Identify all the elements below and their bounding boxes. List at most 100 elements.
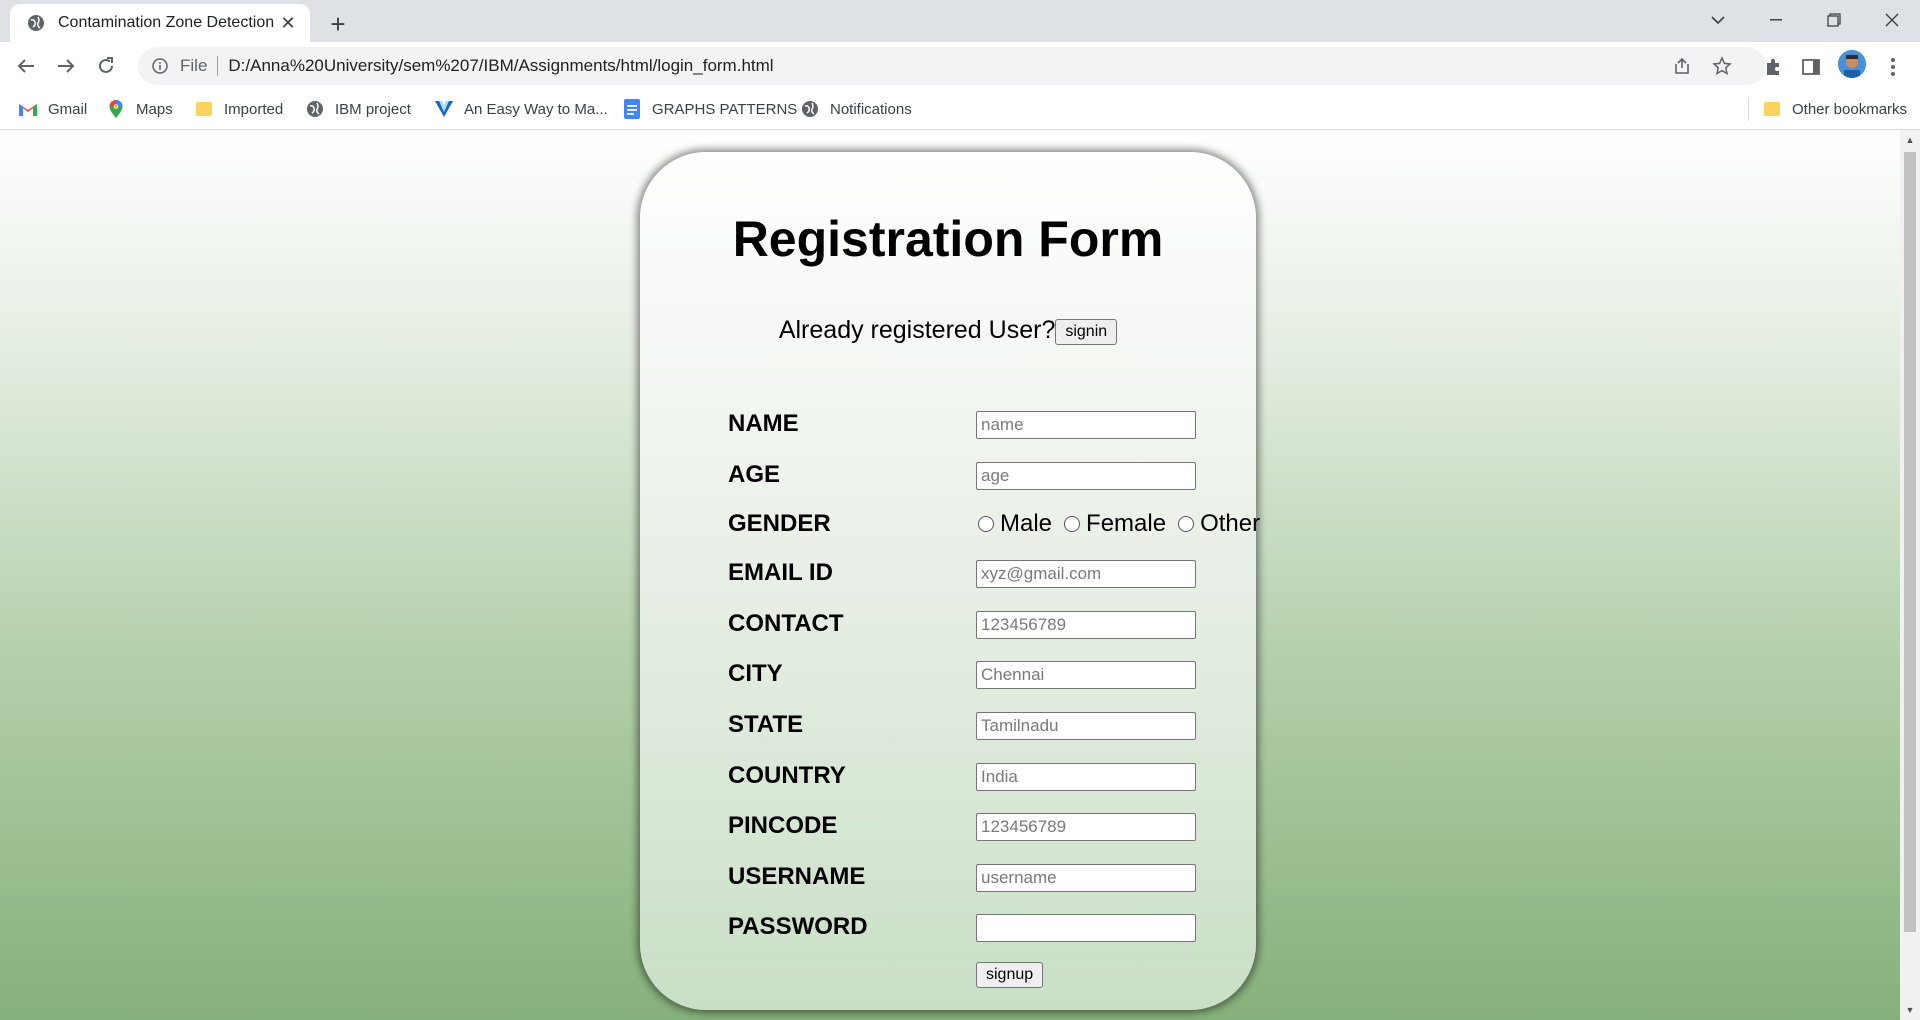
page-viewport: Registration Form Already registered Use… — [0, 130, 1900, 1020]
bookmark-easy-way[interactable]: An Easy Way to Ma... — [434, 97, 608, 121]
close-window-icon[interactable] — [1864, 0, 1920, 40]
gender-female-radio[interactable] — [1064, 516, 1081, 532]
bookmark-label: IBM project — [335, 100, 411, 118]
bookmark-maps[interactable]: Maps — [106, 97, 173, 121]
back-icon[interactable] — [8, 48, 44, 84]
bookmark-label: Other bookmarks — [1792, 100, 1908, 118]
country-label: COUNTRY — [728, 762, 846, 789]
bookmark-label: Notifications — [830, 100, 912, 118]
city-label: CITY — [728, 660, 783, 687]
folder-icon — [1762, 99, 1782, 119]
menu-icon[interactable] — [1878, 52, 1908, 82]
url-text[interactable]: D:/Anna%20University/sem%207/IBM/Assignm… — [228, 56, 773, 76]
age-label: AGE — [728, 461, 781, 488]
bookmark-star-icon[interactable] — [1708, 52, 1736, 80]
contact-input[interactable] — [976, 611, 1196, 639]
globe-icon — [305, 99, 325, 119]
bookmark-other[interactable]: Other bookmarks — [1762, 97, 1907, 121]
name-input[interactable] — [976, 411, 1196, 439]
country-input[interactable] — [976, 763, 1196, 791]
city-input[interactable] — [976, 661, 1196, 689]
scroll-down-icon[interactable]: ▼ — [1900, 1002, 1920, 1018]
username-label: USERNAME — [728, 863, 866, 890]
gender-options: Male Female Other — [978, 508, 1272, 540]
profile-avatar[interactable] — [1838, 50, 1866, 78]
globe-icon — [800, 99, 820, 119]
bookmarks-bar: Gmail Maps Imported IBM project An Easy … — [0, 89, 1920, 130]
browser-tab[interactable]: Contamination Zone Detection ✕ — [10, 4, 310, 42]
pincode-label: PINCODE — [728, 812, 838, 839]
gender-label: GENDER — [728, 510, 831, 537]
signup-button[interactable]: signup — [976, 962, 1044, 988]
registration-card: Registration Form Already registered Use… — [640, 152, 1260, 1010]
vuetify-icon — [434, 99, 454, 119]
url-scheme: File — [180, 56, 208, 75]
globe-icon — [26, 13, 46, 33]
password-input[interactable] — [976, 914, 1196, 942]
gender-female-label: Female — [1086, 510, 1167, 537]
email-row: EMAIL ID — [728, 557, 1208, 589]
bookmark-label: Gmail — [48, 100, 88, 118]
country-row: COUNTRY — [728, 760, 1208, 792]
gender-other-radio[interactable] — [1178, 516, 1195, 532]
signup-row: signup — [728, 962, 1208, 994]
share-icon[interactable] — [1668, 52, 1696, 80]
pincode-input[interactable] — [976, 813, 1196, 841]
gender-male-label: Male — [1000, 510, 1053, 537]
bookmark-label: Maps — [136, 100, 173, 118]
bookmark-notifications[interactable]: Notifications — [800, 97, 912, 121]
username-row: USERNAME — [728, 861, 1208, 893]
password-row: PASSWORD — [728, 911, 1208, 943]
docs-icon — [622, 99, 642, 119]
url-separator — [217, 56, 219, 76]
side-panel-icon[interactable] — [1796, 52, 1826, 82]
pincode-row: PINCODE — [728, 810, 1208, 842]
address-bar[interactable]: File D:/Anna%20University/sem%207/IBM/As… — [138, 47, 1766, 85]
gender-row: GENDER Male Female Other — [728, 508, 1260, 540]
state-label: STATE — [728, 711, 804, 738]
username-input[interactable] — [976, 864, 1196, 892]
vertical-scrollbar[interactable]: ▲ ▼ — [1900, 130, 1920, 1020]
already-text: Already registered User? — [778, 316, 1056, 344]
tab-strip: Contamination Zone Detection ✕ + — [0, 0, 1920, 42]
bookmark-label: Imported — [224, 100, 284, 118]
gender-other-label: Other — [1200, 510, 1261, 537]
signin-button[interactable]: signin — [1055, 319, 1118, 345]
tab-title: Contamination Zone Detection — [58, 14, 274, 31]
restore-icon[interactable] — [1806, 0, 1862, 40]
tab-search-icon[interactable] — [1690, 0, 1746, 40]
scrollbar-thumb[interactable] — [1904, 152, 1916, 932]
new-tab-button[interactable]: + — [322, 8, 354, 40]
bookmark-divider — [1748, 97, 1749, 121]
bookmark-ibm-project[interactable]: IBM project — [305, 97, 411, 121]
info-icon[interactable] — [150, 56, 170, 76]
contact-label: CONTACT — [728, 610, 844, 637]
gmail-icon — [18, 99, 38, 119]
name-row: NAME — [728, 408, 1208, 440]
reload-icon[interactable] — [88, 48, 124, 84]
page-title: Registration Form — [732, 211, 1164, 267]
password-label: PASSWORD — [728, 913, 868, 940]
bookmark-gmail[interactable]: Gmail — [18, 97, 87, 121]
bookmark-imported[interactable]: Imported — [194, 97, 283, 121]
minimize-icon[interactable] — [1748, 0, 1804, 40]
forward-icon[interactable] — [48, 48, 84, 84]
browser-toolbar: File D:/Anna%20University/sem%207/IBM/As… — [0, 42, 1920, 89]
folder-icon — [194, 99, 214, 119]
gender-male-radio[interactable] — [978, 516, 994, 532]
bookmark-label: An Easy Way to Ma... — [464, 100, 608, 118]
bookmark-graphs-patterns[interactable]: GRAPHS PATTERNS — [622, 97, 797, 121]
city-row: CITY — [728, 658, 1208, 690]
age-row: AGE — [728, 459, 1208, 491]
state-row: STATE — [728, 709, 1208, 741]
email-input[interactable] — [976, 560, 1196, 588]
already-registered: Already registered User? signin — [640, 316, 1256, 347]
close-tab-icon[interactable]: ✕ — [274, 9, 302, 37]
contact-row: CONTACT — [728, 608, 1208, 640]
state-input[interactable] — [976, 712, 1196, 740]
extensions-icon[interactable] — [1758, 52, 1788, 82]
age-input[interactable] — [976, 462, 1196, 490]
bookmark-label: GRAPHS PATTERNS — [652, 100, 798, 118]
scroll-up-icon[interactable]: ▲ — [1900, 132, 1920, 148]
email-label: EMAIL ID — [728, 559, 833, 586]
